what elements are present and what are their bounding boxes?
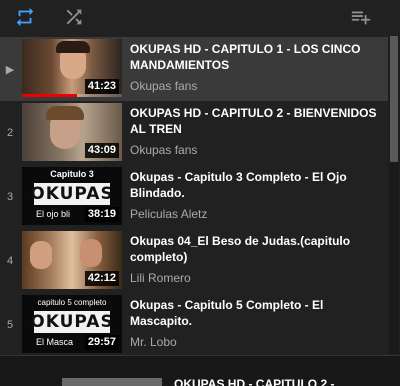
video-duration: 41:23 [84,79,119,94]
video-duration: 38:19 [84,207,119,222]
playlist-add-icon [349,6,373,28]
video-duration: 42:12 [84,271,119,286]
playlist-item[interactable]: 2 43:09 OKUPAS HD - CAPITULO 2 - BIENVEN… [0,101,388,165]
video-thumbnail[interactable]: 41:23 [22,39,122,97]
item-index: ▶ [5,63,15,76]
channel-name[interactable]: Lili Romero [130,271,191,285]
thumbnail-logo: OKUPAS [30,312,114,332]
playlist-item[interactable]: ▶ 41:23 OKUPAS HD - CAPITULO 1 - LOS CIN… [0,37,388,101]
channel-name[interactable]: Mr. Lobo [130,335,177,349]
thumbnail-subtitle: El Masca [36,337,74,347]
item-index: 5 [6,319,14,331]
watch-progress [22,94,77,97]
save-playlist-button[interactable] [348,4,374,30]
scrollbar-thumb[interactable] [390,36,398,162]
video-duration: 43:09 [84,143,119,158]
video-title[interactable]: Okupas 04_El Beso de Judas.(capitulo com… [130,233,382,265]
video-thumbnail[interactable]: capitulo 5 completo OKUPAS El Masca 29:5… [22,295,122,353]
next-video-item[interactable]: OKUPAS HD - CAPITULO 2 - [0,356,400,386]
playlist-items: ▶ 41:23 OKUPAS HD - CAPITULO 1 - LOS CIN… [0,37,388,353]
thumbnail-subtitle: El ojo bli [36,209,71,219]
video-duration: 29:57 [84,335,119,350]
repeat-icon [14,6,36,28]
video-title[interactable]: OKUPAS HD - CAPITULO 1 - LOS CINCO MANDA… [130,41,382,73]
playlist-toolbar [0,0,400,34]
shuffle-button[interactable] [61,4,87,30]
thumbnail-caption: Capitulo 3 [50,169,94,179]
channel-name[interactable]: Okupas fans [130,79,197,93]
video-thumbnail[interactable]: 42:12 [22,231,122,289]
loop-button[interactable] [12,4,38,30]
thumbnail-logo: OKUPAS [30,184,114,204]
video-title[interactable]: Okupas - Capitulo 3 Completo - El Ojo Bl… [130,169,382,201]
item-index: 3 [6,191,14,203]
playlist-item[interactable]: 4 42:12 Okupas 04_El Beso de Judas.(capi… [0,229,388,293]
video-thumbnail[interactable] [62,378,162,386]
video-title[interactable]: Okupas - Capitulo 5 Completo - El Mascap… [130,297,382,329]
item-index: 2 [6,127,14,139]
video-title[interactable]: OKUPAS HD - CAPITULO 2 - [174,377,334,386]
video-thumbnail[interactable]: Capitulo 3 OKUPAS El ojo bli 38:19 [22,167,122,225]
video-thumbnail[interactable]: 43:09 [22,103,122,161]
channel-name[interactable]: Peliculas Aletz [130,207,207,221]
item-index: 4 [6,255,14,267]
now-playing-indicator: ▶ [0,37,20,101]
channel-name[interactable]: Okupas fans [130,143,197,157]
thumbnail-caption: capitulo 5 completo [37,298,107,307]
playlist-item[interactable]: 5 capitulo 5 completo OKUPAS El Masca 29… [0,293,388,357]
video-title[interactable]: OKUPAS HD - CAPITULO 2 - BIENVENIDOS AL … [130,105,382,137]
playlist-item[interactable]: 3 Capitulo 3 OKUPAS El ojo bli 38:19 Oku… [0,165,388,229]
shuffle-icon [63,6,85,28]
